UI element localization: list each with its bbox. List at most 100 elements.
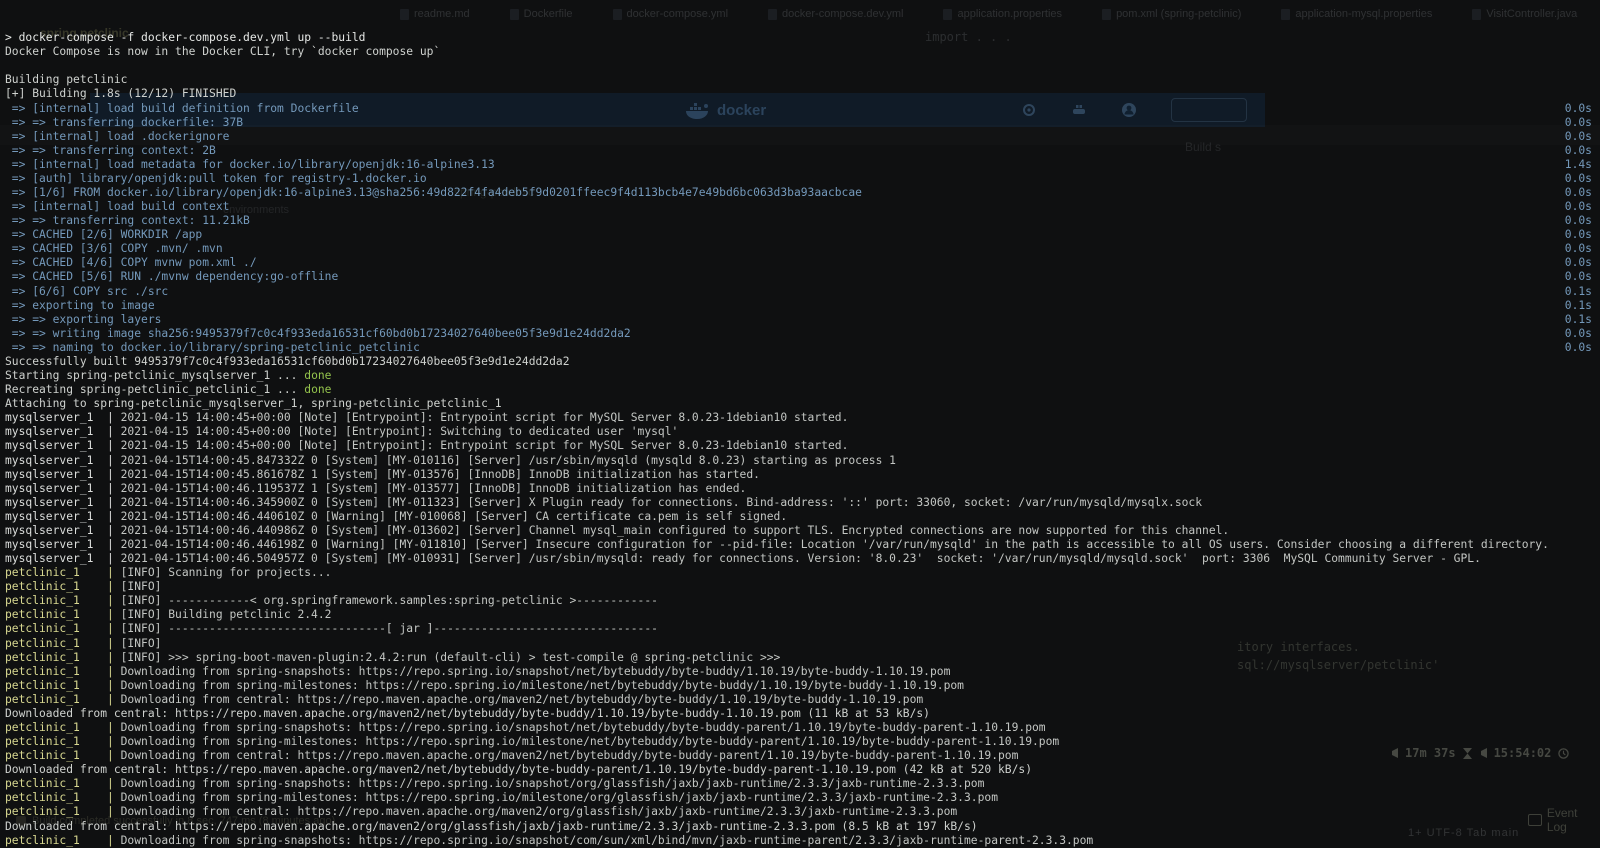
service-name-prefix: petclinic_1 |: [5, 749, 121, 762]
log-text: 2021-04-15 14:00:45+00:00 [Note] [Entryp…: [121, 425, 679, 438]
log-text: [INFO]: [121, 637, 162, 650]
terminal-line: => => exporting layers0.1s: [5, 313, 1600, 327]
log-text: Downloading from spring-snapshots: https…: [121, 777, 985, 790]
terminal-line: petclinic_1 | Downloading from central: …: [5, 749, 1600, 763]
service-name-prefix: mysqlserver_1 |: [5, 468, 121, 481]
terminal-line: petclinic_1 | [INFO]: [5, 637, 1600, 651]
terminal-line: mysqlserver_1 | 2021-04-15T14:00:46.4461…: [5, 538, 1600, 552]
done-status: done: [304, 383, 331, 396]
build-step-text: => CACHED [4/6] COPY mvnw pom.xml ./: [5, 256, 257, 269]
log-text: Building petclinic: [5, 73, 127, 86]
command-line: > docker-compose -f docker-compose.dev.y…: [5, 31, 365, 44]
step-duration: 0.0s: [1565, 327, 1592, 341]
terminal-line: Attaching to spring-petclinic_mysqlserve…: [5, 397, 1600, 411]
terminal-line: mysqlserver_1 | 2021-04-15 14:00:45+00:0…: [5, 439, 1600, 453]
step-duration: 0.1s: [1565, 313, 1592, 327]
log-text: 2021-04-15T14:00:46.345900Z 0 [System] […: [121, 496, 1202, 509]
terminal-line: Building petclinic: [5, 73, 1600, 87]
log-text: Downloading from central: https://repo.m…: [121, 693, 924, 706]
service-name-prefix: mysqlserver_1 |: [5, 510, 121, 523]
log-text: 2021-04-15T14:00:45.847332Z 0 [System] […: [121, 454, 896, 467]
terminal-line: Successfully built 9495379f7c0c4f933eda1…: [5, 355, 1600, 369]
terminal-line: => CACHED [4/6] COPY mvnw pom.xml ./0.0s: [5, 256, 1600, 270]
terminal-line: petclinic_1 | Downloading from spring-sn…: [5, 834, 1600, 848]
step-duration: 0.0s: [1565, 172, 1592, 186]
service-name-prefix: petclinic_1 |: [5, 679, 121, 692]
log-text: Attaching to spring-petclinic_mysqlserve…: [5, 397, 502, 410]
terminal-line: mysqlserver_1 | 2021-04-15T14:00:46.5049…: [5, 552, 1600, 566]
build-step-text: => [internal] load metadata for docker.i…: [5, 158, 495, 171]
service-name-prefix: petclinic_1 |: [5, 622, 121, 635]
log-text: [INFO] >>> spring-boot-maven-plugin:2.4.…: [121, 651, 781, 664]
log-text: Downloading from spring-milestones: http…: [121, 791, 998, 804]
service-name-prefix: petclinic_1 |: [5, 805, 121, 818]
log-text: [INFO]: [121, 580, 162, 593]
log-text: 2021-04-15T14:00:46.504957Z 0 [System] […: [121, 552, 1481, 565]
step-duration: 0.0s: [1565, 144, 1592, 158]
step-duration: 0.1s: [1565, 285, 1592, 299]
terminal-line: => [auth] library/openjdk:pull token for…: [5, 172, 1600, 186]
terminal-line: mysqlserver_1 | 2021-04-15T14:00:46.4406…: [5, 510, 1600, 524]
terminal-line: => [internal] load metadata for docker.i…: [5, 158, 1600, 172]
service-name-prefix: mysqlserver_1 |: [5, 454, 121, 467]
terminal-line: => [6/6] COPY src ./src0.1s: [5, 285, 1600, 299]
terminal-line: Downloaded from central: https://repo.ma…: [5, 707, 1600, 721]
log-text: [INFO] --------------------------------[…: [121, 622, 658, 635]
service-name-prefix: petclinic_1 |: [5, 580, 121, 593]
build-step-text: => [1/6] FROM docker.io/library/openjdk:…: [5, 186, 862, 199]
terminal-line: => [internal] load build definition from…: [5, 102, 1600, 116]
log-text: Docker Compose is now in the Docker CLI,…: [5, 45, 440, 58]
terminal-line: mysqlserver_1 | 2021-04-15 14:00:45+00:0…: [5, 411, 1600, 425]
log-text: [INFO] Building petclinic 2.4.2: [121, 608, 332, 621]
service-name-prefix: mysqlserver_1 |: [5, 482, 121, 495]
log-text: Recreating spring-petclinic_petclinic_1 …: [5, 383, 304, 396]
build-step-text: => [internal] load build definition from…: [5, 102, 359, 115]
terminal-line: => CACHED [5/6] RUN ./mvnw dependency:go…: [5, 270, 1600, 284]
terminal-output[interactable]: > docker-compose -f docker-compose.dev.y…: [0, 0, 1600, 838]
terminal-line: mysqlserver_1 | 2021-04-15 14:00:45+00:0…: [5, 425, 1600, 439]
terminal-line: petclinic_1 | Downloading from spring-mi…: [5, 735, 1600, 749]
service-name-prefix: petclinic_1 |: [5, 693, 121, 706]
build-step-text: => => transferring context: 11.21kB: [5, 214, 250, 227]
terminal-line: petclinic_1 | Downloading from spring-sn…: [5, 665, 1600, 679]
step-duration: 0.0s: [1565, 200, 1592, 214]
build-step-text: => exporting to image: [5, 299, 155, 312]
terminal-line: => => transferring dockerfile: 37B0.0s: [5, 116, 1600, 130]
step-duration: 0.0s: [1565, 214, 1592, 228]
service-name-prefix: mysqlserver_1 |: [5, 411, 121, 424]
step-duration: 0.1s: [1565, 299, 1592, 313]
terminal-line: petclinic_1 | Downloading from spring-mi…: [5, 679, 1600, 693]
service-name-prefix: petclinic_1 |: [5, 777, 121, 790]
log-text: Downloaded from central: https://repo.ma…: [5, 763, 1032, 776]
terminal-line: petclinic_1 | Downloading from central: …: [5, 805, 1600, 819]
step-duration: 0.0s: [1565, 116, 1592, 130]
service-name-prefix: petclinic_1 |: [5, 594, 121, 607]
service-name-prefix: petclinic_1 |: [5, 608, 121, 621]
terminal-line: => [internal] load build context0.0s: [5, 200, 1600, 214]
terminal-line: Downloaded from central: https://repo.ma…: [5, 763, 1600, 777]
step-duration: 0.0s: [1565, 102, 1592, 116]
service-name-prefix: mysqlserver_1 |: [5, 538, 121, 551]
service-name-prefix: petclinic_1 |: [5, 721, 121, 734]
blank-line: [5, 59, 12, 72]
terminal-line: petclinic_1 | [INFO] ------------< org.s…: [5, 594, 1600, 608]
terminal-line: => => transferring context: 2B0.0s: [5, 144, 1600, 158]
build-step-text: => CACHED [3/6] COPY .mvn/ .mvn: [5, 242, 223, 255]
build-step-text: => CACHED [2/6] WORKDIR /app: [5, 228, 202, 241]
log-text: Downloading from spring-milestones: http…: [121, 679, 964, 692]
service-name-prefix: mysqlserver_1 |: [5, 439, 121, 452]
terminal-line: Downloaded from central: https://repo.ma…: [5, 820, 1600, 834]
log-text: Downloading from central: https://repo.m…: [121, 805, 958, 818]
terminal-line: petclinic_1 | [INFO] Building petclinic …: [5, 608, 1600, 622]
terminal-line: => [internal] load .dockerignore0.0s: [5, 130, 1600, 144]
log-text: Downloading from spring-snapshots: https…: [121, 665, 951, 678]
terminal-line: [+] Building 1.8s (12/12) FINISHED: [5, 87, 1600, 101]
terminal-line: => => writing image sha256:9495379f7c0c4…: [5, 327, 1600, 341]
service-name-prefix: petclinic_1 |: [5, 637, 121, 650]
log-text: Successfully built 9495379f7c0c4f933eda1…: [5, 355, 570, 368]
log-text: 2021-04-15T14:00:45.861678Z 1 [System] […: [121, 468, 760, 481]
terminal-line: => [1/6] FROM docker.io/library/openjdk:…: [5, 186, 1600, 200]
done-status: done: [304, 369, 331, 382]
terminal-line: > docker-compose -f docker-compose.dev.y…: [5, 31, 1600, 45]
terminal-line: mysqlserver_1 | 2021-04-15T14:00:45.8616…: [5, 468, 1600, 482]
